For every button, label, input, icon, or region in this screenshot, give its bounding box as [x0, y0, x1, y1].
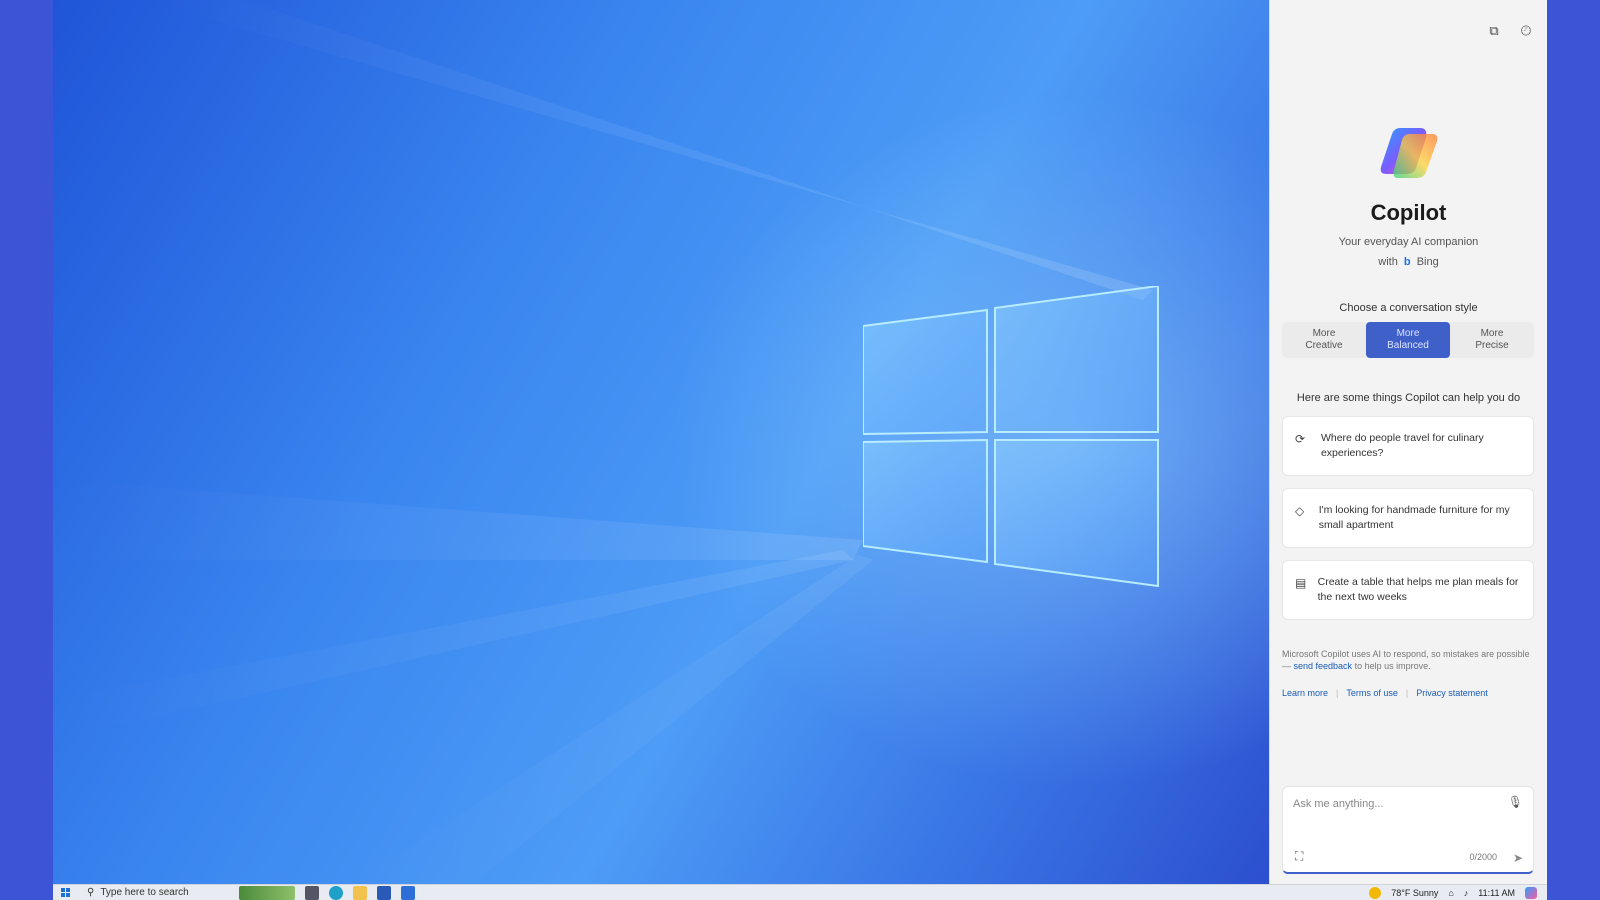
refresh-icon: ⟳: [1295, 432, 1306, 446]
search-icon: ⚲: [87, 887, 95, 898]
with-bing: with b Bing: [1270, 256, 1547, 268]
style-line1: More: [1396, 328, 1420, 339]
with-label: with: [1378, 256, 1398, 268]
style-line1: More: [1480, 328, 1504, 339]
style-balanced-button[interactable]: More Balanced: [1366, 322, 1450, 358]
weather-text[interactable]: 78°F Sunny: [1391, 888, 1438, 898]
link-divider: |: [1405, 688, 1409, 698]
learn-more-link[interactable]: Learn more: [1282, 688, 1328, 698]
disclaimer-text-end: to help us improve.: [1354, 661, 1431, 671]
open-window-icon[interactable]: ⧉: [1485, 22, 1503, 40]
volume-icon[interactable]: ♪: [1464, 888, 1469, 898]
screen: ⧉ 🕘︎ Copilot Your everyday AI companion …: [53, 0, 1547, 900]
taskbar-search-text: Type here to search: [100, 887, 189, 898]
edge-icon[interactable]: [329, 885, 343, 900]
table-icon: ▤: [1295, 576, 1307, 590]
style-line2: Creative: [1305, 340, 1343, 351]
style-creative-button[interactable]: More Creative: [1282, 322, 1366, 358]
send-feedback-link[interactable]: send feedback: [1294, 661, 1353, 671]
copilot-subtitle: Your everyday AI companion: [1338, 236, 1479, 248]
weather-sun-icon: [1369, 886, 1382, 899]
start-button[interactable]: [53, 887, 79, 898]
history-icon[interactable]: 🕘︎: [1517, 22, 1535, 40]
suggestion-text: Where do people travel for culinary expe…: [1320, 432, 1484, 459]
suggestion-card[interactable]: ◇ I'm looking for handmade furniture for…: [1282, 488, 1534, 548]
tag-icon: ◇: [1295, 504, 1305, 518]
bing-label: Bing: [1416, 256, 1439, 268]
taskbar-search[interactable]: ⚲ Type here to search: [79, 887, 229, 898]
copilot-taskbar-icon[interactable]: [1525, 886, 1537, 899]
windows-logo: [863, 286, 1159, 588]
system-tray: 78°F Sunny ⌂ ♪ 11:11 AM: [1369, 886, 1547, 899]
conversation-style-label: Choose a conversation style: [1339, 302, 1478, 314]
taskbar: ⚲ Type here to search 78°F Sunny ⌂ ♪ 11:…: [53, 884, 1547, 900]
link-divider: |: [1336, 688, 1339, 698]
file-explorer-icon[interactable]: [353, 885, 367, 900]
copilot-title: Copilot: [1370, 200, 1447, 225]
privacy-link[interactable]: Privacy statement: [1416, 688, 1488, 698]
outlook-icon[interactable]: [401, 885, 415, 900]
panel-header-actions: ⧉ 🕘︎: [1485, 22, 1535, 40]
terms-link[interactable]: Terms of use: [1346, 688, 1398, 698]
footer-links: Learn more | Terms of use | Privacy stat…: [1282, 688, 1488, 698]
copilot-panel: ⧉ 🕘︎ Copilot Your everyday AI companion …: [1269, 0, 1547, 884]
style-line2: Precise: [1475, 340, 1509, 351]
microphone-icon[interactable]: 🎙︎: [1508, 795, 1523, 809]
copilot-logo: [1380, 128, 1438, 178]
search-highlight-image: [239, 885, 295, 900]
suggestion-card[interactable]: ▤ Create a table that helps me plan meal…: [1282, 560, 1534, 620]
suggestion-text: Create a table that helps me plan meals …: [1317, 576, 1519, 603]
screenshot-icon[interactable]: ⛶: [1295, 849, 1303, 864]
char-counter: 0/2000: [1469, 852, 1497, 862]
disclaimer: Microsoft Copilot uses AI to respond, so…: [1282, 648, 1538, 672]
store-icon[interactable]: [377, 885, 391, 900]
send-icon[interactable]: ➤: [1513, 851, 1523, 865]
bing-icon: b: [1403, 256, 1411, 268]
desktop-wallpaper: [53, 0, 1269, 884]
windows-start-icon: [61, 887, 70, 897]
network-icon[interactable]: ⌂: [1448, 888, 1453, 898]
task-view-icon[interactable]: [305, 885, 319, 900]
conversation-style-selector: More Creative More Balanced More Precise: [1282, 322, 1534, 358]
suggestions-heading: Here are some things Copilot can help yo…: [1296, 392, 1521, 404]
style-precise-button[interactable]: More Precise: [1450, 322, 1534, 358]
suggestion-card[interactable]: ⟳ Where do people travel for culinary ex…: [1282, 416, 1534, 476]
suggestion-text: I'm looking for handmade furniture for m…: [1318, 504, 1510, 531]
ask-input[interactable]: [1293, 795, 1493, 813]
clock[interactable]: 11:11 AM: [1478, 888, 1515, 898]
ask-box: 🎙︎ ⛶ 0/2000 ➤: [1282, 786, 1534, 874]
style-line2: Balanced: [1387, 340, 1429, 351]
style-line1: More: [1312, 328, 1336, 339]
